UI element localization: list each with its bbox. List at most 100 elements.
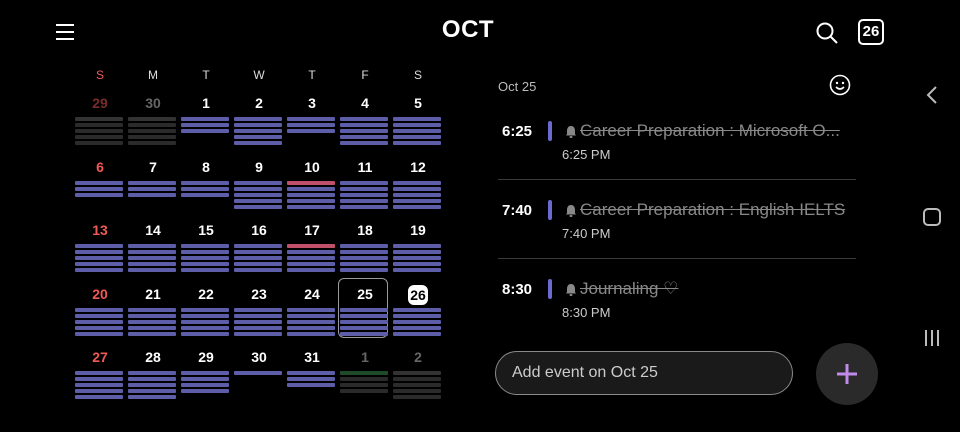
day-number: 19 [410, 222, 426, 238]
day-number: 15 [198, 222, 214, 238]
day-cell[interactable]: 1 [340, 349, 390, 413]
day-number: 29 [198, 349, 214, 365]
day-cell[interactable]: 7 [128, 159, 178, 223]
day-cell[interactable]: 3 [287, 95, 337, 159]
day-cell[interactable]: 10 [287, 159, 337, 223]
event-indicator-bar [340, 187, 388, 191]
day-cell[interactable]: 18 [340, 222, 390, 286]
event-indicator-bar [287, 250, 335, 254]
day-cell[interactable]: 11 [340, 159, 390, 223]
weekday-header: T [308, 68, 316, 82]
event-color-bar [548, 279, 552, 299]
bell-icon [565, 204, 577, 222]
smiley-icon[interactable] [829, 74, 851, 96]
event-indicator-bar [234, 308, 282, 312]
plus-icon [837, 364, 857, 384]
event-indicator-bar [128, 193, 176, 197]
event-indicator-bar [181, 308, 229, 312]
event-indicator-bar [75, 181, 123, 185]
day-cell[interactable]: 17 [287, 222, 337, 286]
day-cell[interactable]: 29 [75, 95, 125, 159]
day-cell[interactable]: 22 [181, 286, 231, 350]
day-cell[interactable]: 23 [234, 286, 284, 350]
event-indicator-bar [234, 332, 282, 336]
event-indicator-bar [287, 123, 335, 127]
event-indicator-bar [128, 129, 176, 133]
add-event-button[interactable] [816, 343, 878, 405]
event-indicator-bar [75, 268, 123, 272]
event-indicator-bar [181, 256, 229, 260]
day-number: 11 [357, 159, 373, 175]
event-indicator-bar [287, 314, 335, 318]
event-indicator-bar [128, 395, 176, 399]
day-cell[interactable]: 13 [75, 222, 125, 286]
day-cell[interactable]: 24 [287, 286, 337, 350]
event-indicator-bar [287, 187, 335, 191]
event-indicator-bar [128, 326, 176, 330]
day-number: 8 [202, 159, 210, 175]
weekday-header: F [361, 68, 369, 82]
day-cell[interactable]: 2 [393, 349, 443, 413]
today-button[interactable]: 26 [858, 19, 884, 45]
event-indicator-bar [340, 377, 388, 381]
day-cell[interactable]: 25 [338, 278, 390, 350]
event-time-label: 8:30 PM [562, 305, 611, 320]
search-icon[interactable] [814, 20, 840, 46]
day-cell[interactable]: 31 [287, 349, 337, 413]
day-cell[interactable]: 5 [393, 95, 443, 159]
event-indicator-bar [393, 244, 441, 248]
day-cell[interactable]: 14 [128, 222, 178, 286]
day-number: 30 [251, 349, 267, 365]
event-indicator-bar [128, 135, 176, 139]
home-nav-icon[interactable] [922, 207, 942, 232]
event-indicator-bar [340, 308, 388, 312]
day-number: 12 [410, 159, 426, 175]
day-cell[interactable]: 2 [234, 95, 284, 159]
day-cell[interactable]: 19 [393, 222, 443, 286]
day-cell[interactable]: 30 [128, 95, 178, 159]
day-cell[interactable]: 29 [181, 349, 231, 413]
day-cell[interactable]: 9 [234, 159, 284, 223]
event-indicator-bar [128, 181, 176, 185]
event-indicator-bar [234, 244, 282, 248]
event-indicator-bar [393, 314, 441, 318]
event-indicator-bar [393, 395, 441, 399]
day-cell[interactable]: 4 [340, 95, 390, 159]
day-cell[interactable]: 26 [393, 285, 443, 350]
day-number: 29 [92, 95, 108, 111]
day-cell[interactable]: 21 [128, 286, 178, 350]
event-indicator-bar [393, 383, 441, 387]
event-indicator-bar [234, 187, 282, 191]
event-indicator-bar [75, 187, 123, 191]
recents-nav-icon[interactable] [922, 328, 942, 353]
day-cell[interactable]: 8 [181, 159, 231, 223]
event-indicator-bar [234, 262, 282, 266]
day-cell[interactable]: 1 [181, 95, 231, 159]
event-indicator-bar [393, 141, 441, 145]
day-number: 2 [255, 95, 263, 111]
day-number: 10 [304, 159, 320, 175]
day-cell[interactable]: 16 [234, 222, 284, 286]
event-indicator-bar [234, 256, 282, 260]
day-cell[interactable]: 27 [75, 349, 125, 413]
event-indicator-bar [181, 383, 229, 387]
day-number: 28 [145, 349, 161, 365]
day-cell[interactable]: 30 [234, 349, 284, 413]
event-color-bar [548, 200, 552, 220]
day-cell[interactable]: 15 [181, 222, 231, 286]
event-indicator-bar [128, 256, 176, 260]
day-cell[interactable]: 12 [393, 159, 443, 223]
event-indicator-bar [181, 244, 229, 248]
event-indicator-bar [393, 320, 441, 324]
event-indicator-bar [393, 332, 441, 336]
event-indicator-bar [393, 135, 441, 139]
day-cell[interactable]: 20 [75, 286, 125, 350]
event-indicator-bar [75, 129, 123, 133]
day-number: 21 [145, 286, 161, 302]
event-indicator-bar [393, 181, 441, 185]
day-number: 5 [414, 95, 422, 111]
day-cell[interactable]: 6 [75, 159, 125, 223]
back-nav-icon[interactable] [924, 84, 940, 111]
day-cell[interactable]: 28 [128, 349, 178, 413]
add-event-input[interactable]: Add event on Oct 25 [495, 351, 793, 395]
